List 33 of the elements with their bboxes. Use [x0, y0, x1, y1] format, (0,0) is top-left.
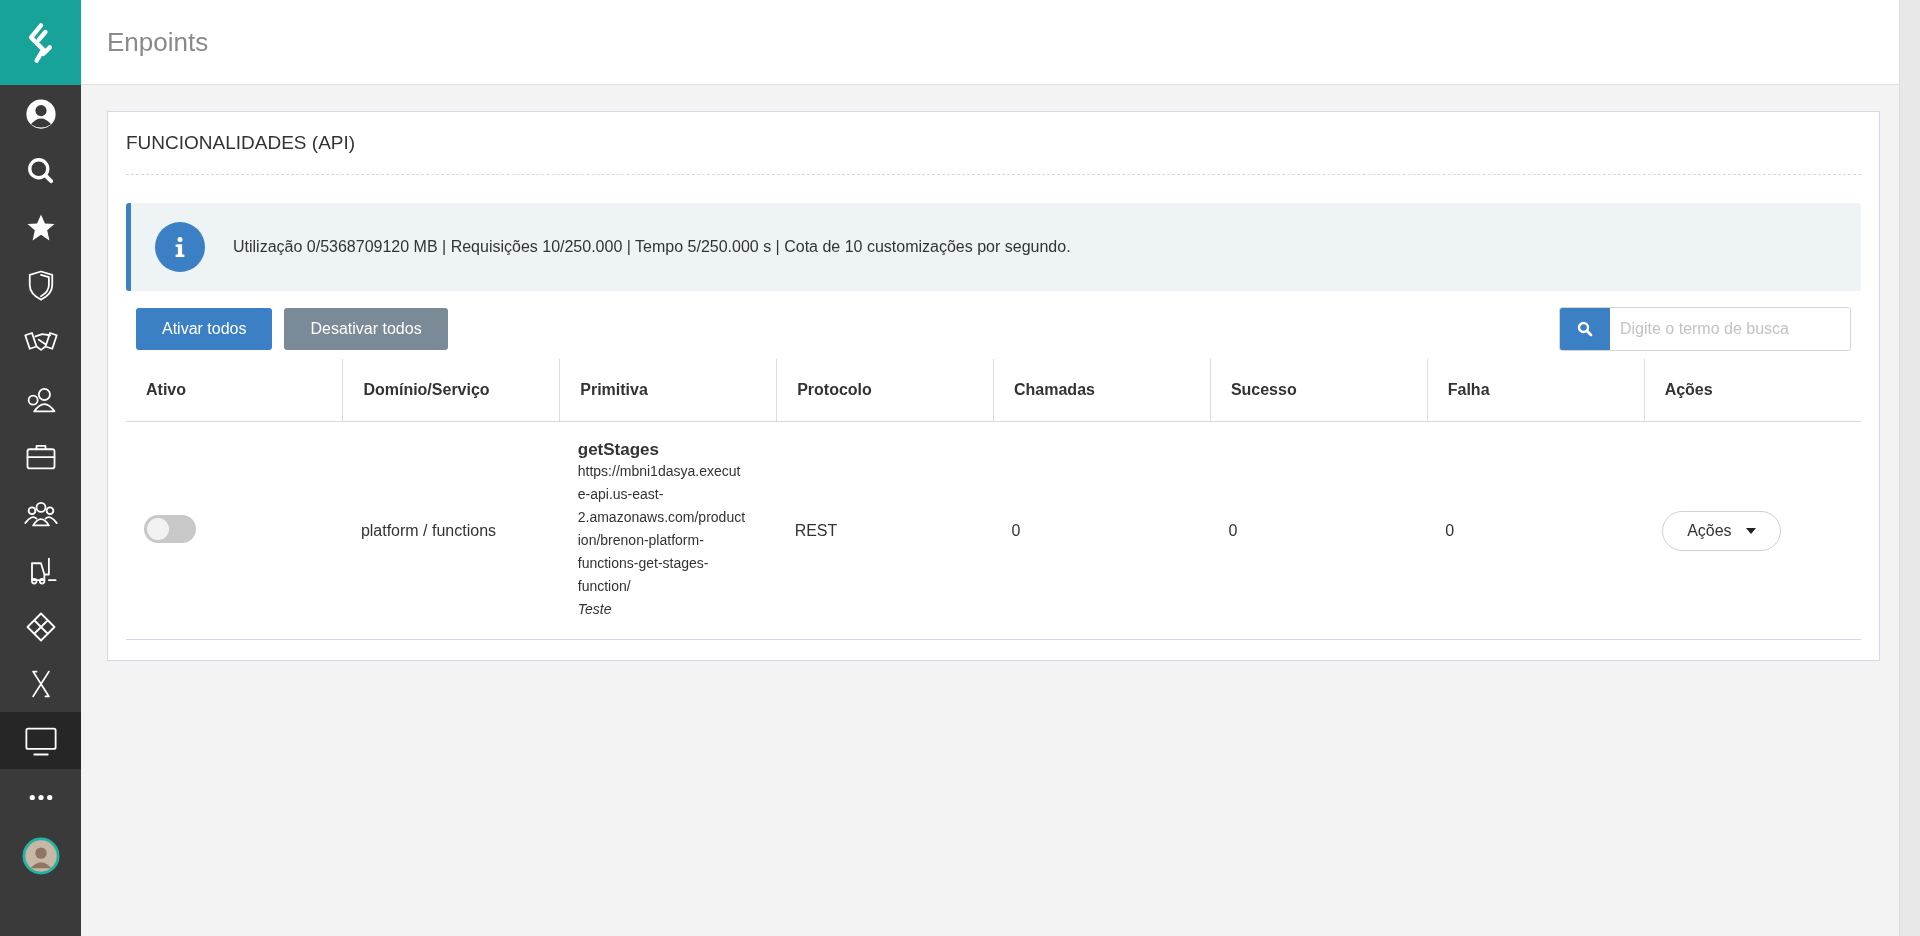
avatar-icon [21, 837, 60, 875]
column-header: Domínio/Serviço [363, 381, 490, 398]
toggle-switch[interactable] [144, 514, 196, 543]
success-count: 0 [1228, 521, 1238, 539]
info-text: Utilização 0/5368709120 MB | Requisições 10/250.000 | Tempo 5/250.000 s | Cota de 10 customizações por segundo. [233, 238, 1071, 256]
more-icon [28, 794, 53, 801]
column-header: Protocolo [797, 381, 872, 398]
search-field[interactable]: Digite o termo de busca [1559, 307, 1851, 351]
column-header: Ativo [146, 381, 186, 398]
column-header: Primitiva [580, 381, 648, 398]
scrollbar[interactable] [1899, 0, 1920, 936]
page-title: Enpoints [107, 26, 209, 58]
column-header: Sucesso [1230, 381, 1297, 398]
endpoint-url: https://mbni1dasya.execute-api.us-east-2.amazonaws.com/production/brenon-platform-functions-get-stages-function/ [577, 462, 747, 596]
primitive-name: getStages [577, 440, 660, 460]
column-header: Falha [1447, 381, 1490, 398]
failure-count: 0 [1445, 521, 1455, 539]
actions-button[interactable]: Ações [1662, 510, 1781, 551]
protocol-text: REST [794, 521, 838, 539]
primitive-description: Teste [577, 600, 613, 619]
nav-item[interactable] [0, 712, 81, 769]
activate-all-button[interactable]: Ativar todos [136, 308, 273, 350]
service-name: platform / functions [360, 521, 497, 539]
deactivate-all-button[interactable]: Desativar todos [284, 308, 448, 350]
logo-tile[interactable] [0, 0, 81, 85]
search-button[interactable] [1560, 308, 1610, 350]
info-icon [155, 222, 205, 272]
panel-title: FUNCIONALIDADES (API) [126, 132, 357, 154]
search-icon [1577, 321, 1593, 337]
caret-icon [1745, 527, 1756, 534]
column-header: Ações [1664, 381, 1713, 398]
calls-count: 0 [1011, 521, 1021, 539]
column-header: Chamadas [1014, 381, 1095, 398]
